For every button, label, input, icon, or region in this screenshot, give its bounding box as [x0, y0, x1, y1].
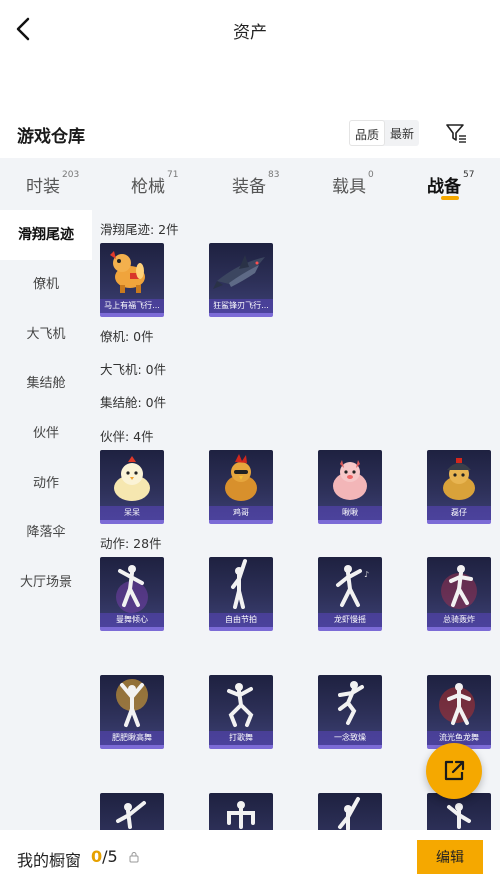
page-title: 资产 [233, 23, 267, 43]
item-card[interactable]: 呆呆 [100, 450, 164, 524]
edit-button[interactable]: 编辑 [417, 840, 483, 874]
dancer-pose-icon [227, 801, 255, 829]
tab-count: 71 [167, 170, 179, 180]
showcase-label: 我的橱窗 [17, 851, 82, 870]
item-card[interactable]: 打歌舞 [209, 675, 273, 749]
dancer-pose-icon [338, 681, 364, 725]
item-name: 磊仔 [427, 506, 491, 520]
warehouse-title: 游戏仓库 [17, 127, 85, 147]
sidebar-item-big-plane[interactable]: 大飞机 [0, 310, 92, 360]
section-label-partner: 伙伴: 4件 [100, 429, 154, 444]
item-name: 马上有福飞行... [100, 299, 164, 313]
active-tab-indicator [441, 196, 459, 200]
item-list: 滑翔尾迹: 2件 马上有福飞行... 狂鲨锋刃飞行... 僚机: 0件 大飞机:… [92, 210, 500, 830]
item-card[interactable]: 磊仔 [427, 450, 491, 524]
tab-count: 83 [268, 170, 280, 180]
sidebar-item-partner[interactable]: 伙伴 [0, 409, 92, 459]
tab-label: 载具 [332, 177, 366, 197]
sidebar-item-assembly-pod[interactable]: 集结舱 [0, 359, 92, 409]
item-card[interactable]: 流光鱼龙舞 [427, 675, 491, 749]
item-name: 鸡哥 [209, 506, 273, 520]
horse-toy-icon [110, 251, 145, 293]
sidebar-item-parachute[interactable]: 降落伞 [0, 508, 92, 558]
sidebar-item-glide-trail[interactable]: 滑翔尾迹 [0, 210, 92, 260]
item-name: 龙虾慢摇 [318, 613, 382, 627]
dancer-pose-icon [116, 801, 146, 829]
dancer-pose-icon [441, 565, 477, 609]
sidebar-item-lobby-scene[interactable]: 大厅场景 [0, 558, 92, 608]
filter-button[interactable] [444, 121, 468, 145]
tab-label: 战备 [427, 177, 461, 197]
item-name: 总骑轰炸 [427, 613, 491, 627]
tab-label: 时装 [26, 177, 60, 197]
item-card[interactable]: 一念致燥 [318, 675, 382, 749]
shark-jet-icon [213, 255, 265, 289]
item-card[interactable]: 总骑轰炸 [427, 557, 491, 631]
sidebar-item-action[interactable]: 动作 [0, 459, 92, 509]
item-name: 狂鲨锋刃飞行... [209, 299, 273, 313]
share-button[interactable] [426, 743, 482, 799]
helmet-chick-pet-icon [443, 458, 475, 500]
item-name: 肥肥瞅高舞 [100, 731, 164, 745]
item-card[interactable] [100, 793, 164, 830]
share-out-icon [444, 760, 465, 781]
item-card[interactable] [318, 793, 382, 830]
item-name: 自由节拍 [209, 613, 273, 627]
item-name: 呆呆 [100, 506, 164, 520]
section-label-big-plane: 大飞机: 0件 [100, 362, 167, 377]
dancer-pose-icon [227, 683, 254, 727]
tab-readiness[interactable]: 战备57 [427, 170, 475, 197]
category-tabs: 时装203 枪械71 装备83 载具0 战备57 [0, 158, 500, 210]
dancer-pose-icon [116, 679, 148, 727]
pink-bird-pet-icon [333, 460, 367, 500]
item-card[interactable]: 自由节拍 [209, 557, 273, 631]
sidebar-item-wingman[interactable]: 僚机 [0, 260, 92, 310]
dancer-pose-icon [116, 565, 148, 613]
dancer-pose-icon [231, 559, 247, 609]
item-card[interactable]: 狂鲨锋刃飞行... [209, 243, 273, 317]
sort-quality-button[interactable]: 品质 [349, 120, 386, 146]
section-label-assembly-pod: 集结舱: 0件 [100, 395, 167, 410]
item-card[interactable]: 肥肥瞅高舞 [100, 675, 164, 749]
item-name: 一念致燥 [318, 731, 382, 745]
item-card[interactable]: 曼舞倾心 [100, 557, 164, 631]
item-name: 曼舞倾心 [100, 613, 164, 627]
tab-vehicles[interactable]: 载具0 [332, 170, 374, 197]
sort-newest-button[interactable]: 最新 [385, 120, 419, 146]
showcase-total: /5 [102, 847, 118, 866]
item-card[interactable] [209, 793, 273, 830]
tab-fashion[interactable]: 时装203 [26, 170, 80, 197]
section-label-action: 动作: 28件 [100, 536, 162, 551]
dancer-pose-icon [338, 797, 360, 830]
chick-pet-icon [114, 456, 150, 501]
item-card[interactable]: 马上有福飞行... [100, 243, 164, 317]
filter-icon [446, 124, 466, 143]
tab-equipment[interactable]: 装备83 [232, 170, 280, 197]
lock-icon [129, 852, 139, 863]
tab-count: 57 [463, 170, 475, 180]
sort-toggle: 品质 最新 [349, 120, 420, 146]
tab-firearms[interactable]: 枪械71 [131, 170, 179, 197]
sidebar: 滑翔尾迹 僚机 大飞机 集结舱 伙伴 动作 降落伞 大厅场景 [0, 210, 92, 830]
dancer-pose-icon: ♪ [336, 565, 369, 607]
top-bar: 资产 [0, 0, 500, 60]
tab-count: 0 [368, 170, 374, 180]
bottom-bar: 我的橱窗 0/5 编辑 [0, 830, 500, 885]
showcase-count: 0/5 [91, 847, 118, 866]
dancer-pose-icon [439, 683, 475, 725]
item-name: 打歌舞 [209, 731, 273, 745]
tab-count: 203 [62, 170, 80, 180]
svg-text:♪: ♪ [364, 570, 369, 579]
item-card[interactable]: 啾啾 [318, 450, 382, 524]
tab-label: 装备 [232, 177, 266, 197]
section-label-wingman: 僚机: 0件 [100, 329, 154, 344]
item-name: 啾啾 [318, 506, 382, 520]
section-label-glide-trail: 滑翔尾迹: 2件 [100, 222, 179, 237]
item-card[interactable]: ♪ 龙虾慢摇 [318, 557, 382, 631]
showcase-current: 0 [91, 847, 103, 866]
tab-label: 枪械 [131, 177, 165, 197]
item-card[interactable]: 鸡哥 [209, 450, 273, 524]
rooster-pet-icon [225, 454, 257, 501]
